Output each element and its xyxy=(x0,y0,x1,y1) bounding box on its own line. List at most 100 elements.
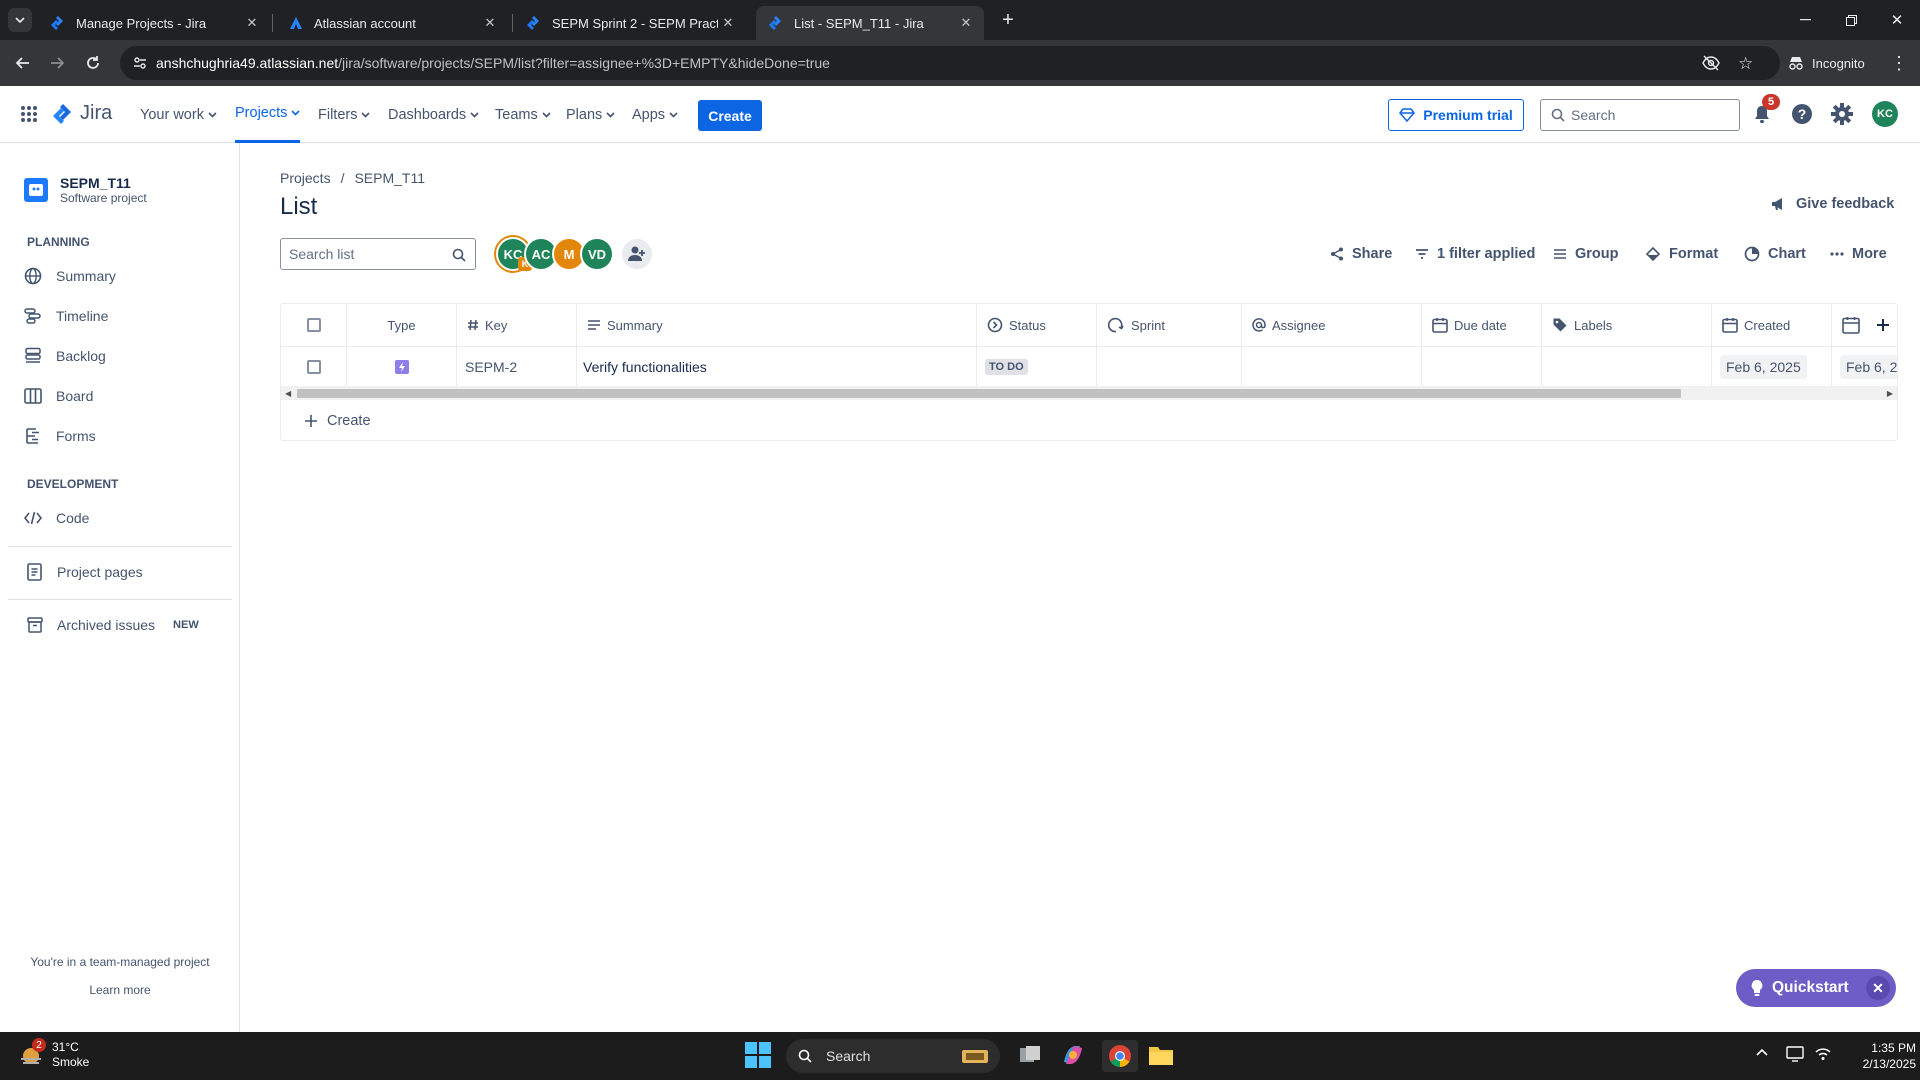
taskbar-search[interactable]: Search xyxy=(786,1039,1000,1073)
select-all-checkbox[interactable] xyxy=(306,318,321,332)
clock[interactable]: 1:35 PM 2/13/2025 xyxy=(1836,1040,1916,1072)
settings-button[interactable] xyxy=(1828,100,1856,128)
table-cell-created[interactable]: Feb 6, 2025 xyxy=(1712,346,1832,386)
browser-tab[interactable]: SEPM Sprint 2 - SEPM Practical ✕ xyxy=(514,6,746,40)
new-tab-button[interactable]: + xyxy=(996,8,1020,32)
close-icon[interactable]: ✕ xyxy=(480,15,500,31)
learn-more-link[interactable]: Learn more xyxy=(0,983,240,997)
sidebar-item-board[interactable]: Board xyxy=(24,380,93,412)
column-header-type[interactable]: Type xyxy=(347,304,457,346)
column-header-sprint[interactable]: Sprint xyxy=(1097,304,1242,346)
table-cell-assignee[interactable] xyxy=(1242,346,1422,386)
scrollbar-thumb[interactable] xyxy=(297,389,1681,398)
chrome-taskbar-icon[interactable] xyxy=(1102,1040,1138,1072)
task-view-icon[interactable] xyxy=(1018,1044,1042,1066)
column-header-key[interactable]: Key xyxy=(457,304,577,346)
weather-widget[interactable]: 2 31°C Smoke xyxy=(18,1038,89,1070)
select-all-header[interactable] xyxy=(281,304,347,346)
filter-button[interactable]: 1 filter applied xyxy=(1415,238,1535,270)
close-icon[interactable]: ✕ xyxy=(718,15,738,31)
tab-search-button[interactable] xyxy=(8,8,32,32)
table-cell-summary[interactable]: Verify functionalities xyxy=(577,346,977,386)
copilot-icon[interactable] xyxy=(1060,1042,1086,1068)
bookmark-star-icon[interactable]: ☆ xyxy=(1738,54,1753,74)
project-header[interactable]: SEPM_T11 Software project xyxy=(24,175,147,205)
sidebar-item-forms[interactable]: Forms xyxy=(24,420,96,452)
column-header-status[interactable]: Status xyxy=(977,304,1097,346)
close-window-button[interactable]: ✕ xyxy=(1882,10,1912,30)
more-button[interactable]: More xyxy=(1830,238,1887,270)
show-hidden-icons[interactable] xyxy=(1756,1048,1768,1056)
forward-button[interactable] xyxy=(44,50,70,76)
global-search-input[interactable]: Search xyxy=(1540,99,1740,131)
notifications-button[interactable]: 5 xyxy=(1748,94,1780,128)
column-header-due-date[interactable]: Due date xyxy=(1422,304,1542,346)
back-button[interactable] xyxy=(10,50,36,76)
site-info-icon[interactable] xyxy=(132,55,148,71)
breadcrumb-projects[interactable]: Projects xyxy=(280,170,331,186)
list-search-input[interactable]: Search list xyxy=(280,238,476,270)
row-checkbox[interactable] xyxy=(306,359,321,374)
nav-projects[interactable]: Projects xyxy=(235,86,301,143)
sidebar-item-timeline[interactable]: Timeline xyxy=(24,300,108,332)
nav-teams[interactable]: Teams xyxy=(495,86,551,143)
table-cell-sprint[interactable] xyxy=(1097,346,1242,386)
column-header-created[interactable]: Created xyxy=(1712,304,1832,346)
display-icon[interactable] xyxy=(1786,1046,1804,1062)
sidebar-item-backlog[interactable]: Backlog xyxy=(24,340,106,372)
browser-tab[interactable]: Manage Projects - Jira ✕ xyxy=(38,6,270,40)
jira-logo[interactable]: Jira xyxy=(52,102,112,125)
browser-menu-icon[interactable]: ⋮ xyxy=(1890,52,1908,74)
column-header-summary[interactable]: Summary xyxy=(577,304,977,346)
minimize-button[interactable] xyxy=(1790,10,1820,30)
create-issue-button[interactable]: Create xyxy=(305,402,371,440)
close-icon[interactable]: ✕ xyxy=(242,15,262,31)
table-cell-labels[interactable] xyxy=(1542,346,1712,386)
status-badge[interactable]: TO DO xyxy=(985,358,1028,375)
nav-apps[interactable]: Apps xyxy=(632,86,678,143)
sidebar-item-summary[interactable]: Summary xyxy=(24,260,116,292)
create-button[interactable]: Create xyxy=(698,100,762,131)
give-feedback-button[interactable]: Give feedback xyxy=(1770,196,1894,212)
column-header-updated[interactable] xyxy=(1832,304,1872,346)
quickstart-button[interactable]: Quickstart ✕ xyxy=(1736,969,1896,1007)
chart-button[interactable]: Chart xyxy=(1744,238,1806,270)
close-icon[interactable]: ✕ xyxy=(1866,976,1890,1000)
nav-dashboards[interactable]: Dashboards xyxy=(388,86,479,143)
address-bar[interactable]: anshchughria49.atlassian.net/jira/softwa… xyxy=(120,46,1780,80)
browser-tab-active[interactable]: List - SEPM_T11 - Jira ✕ xyxy=(756,6,984,40)
premium-trial-button[interactable]: Premium trial xyxy=(1388,99,1524,131)
table-cell-updated[interactable]: Feb 6, 20 xyxy=(1832,346,1897,386)
network-icon[interactable] xyxy=(1814,1046,1832,1062)
table-cell-status[interactable]: TO DO xyxy=(977,346,1097,386)
browser-tab[interactable]: Atlassian account ✕ xyxy=(276,6,508,40)
table-cell-key[interactable]: SEPM-2 xyxy=(457,346,577,386)
restore-button[interactable] xyxy=(1836,10,1866,30)
nav-plans[interactable]: Plans xyxy=(566,86,615,143)
add-people-button[interactable] xyxy=(620,237,654,271)
share-button[interactable]: Share xyxy=(1330,238,1392,270)
scroll-left-arrow[interactable]: ◀ xyxy=(285,389,291,398)
avatar-filter[interactable]: VD xyxy=(580,237,614,271)
breadcrumb-project[interactable]: SEPM_T11 xyxy=(354,170,425,186)
sidebar-item-code[interactable]: Code xyxy=(24,502,89,534)
sidebar-item-archived-issues[interactable]: Archived issues NEW xyxy=(27,609,199,641)
column-header-labels[interactable]: Labels xyxy=(1542,304,1712,346)
horizontal-scrollbar[interactable]: ◀ ▶ xyxy=(281,386,1897,400)
app-switcher-icon[interactable] xyxy=(20,105,38,123)
nav-filters[interactable]: Filters xyxy=(318,86,371,143)
start-button[interactable] xyxy=(745,1042,771,1068)
table-cell-due-date[interactable] xyxy=(1422,346,1542,386)
column-header-assignee[interactable]: Assignee xyxy=(1242,304,1422,346)
close-icon[interactable]: ✕ xyxy=(956,15,976,31)
add-column-button[interactable] xyxy=(1871,314,1895,336)
file-explorer-icon[interactable] xyxy=(1148,1044,1174,1066)
group-button[interactable]: Group xyxy=(1553,238,1619,270)
scroll-right-arrow[interactable]: ▶ xyxy=(1887,389,1893,398)
help-button[interactable]: ? xyxy=(1788,100,1816,128)
user-avatar[interactable]: KC xyxy=(1872,101,1898,127)
sidebar-item-project-pages[interactable]: Project pages xyxy=(27,556,143,588)
format-button[interactable]: Format xyxy=(1645,238,1718,270)
nav-your-work[interactable]: Your work xyxy=(140,86,217,143)
table-cell-type[interactable] xyxy=(347,346,457,386)
